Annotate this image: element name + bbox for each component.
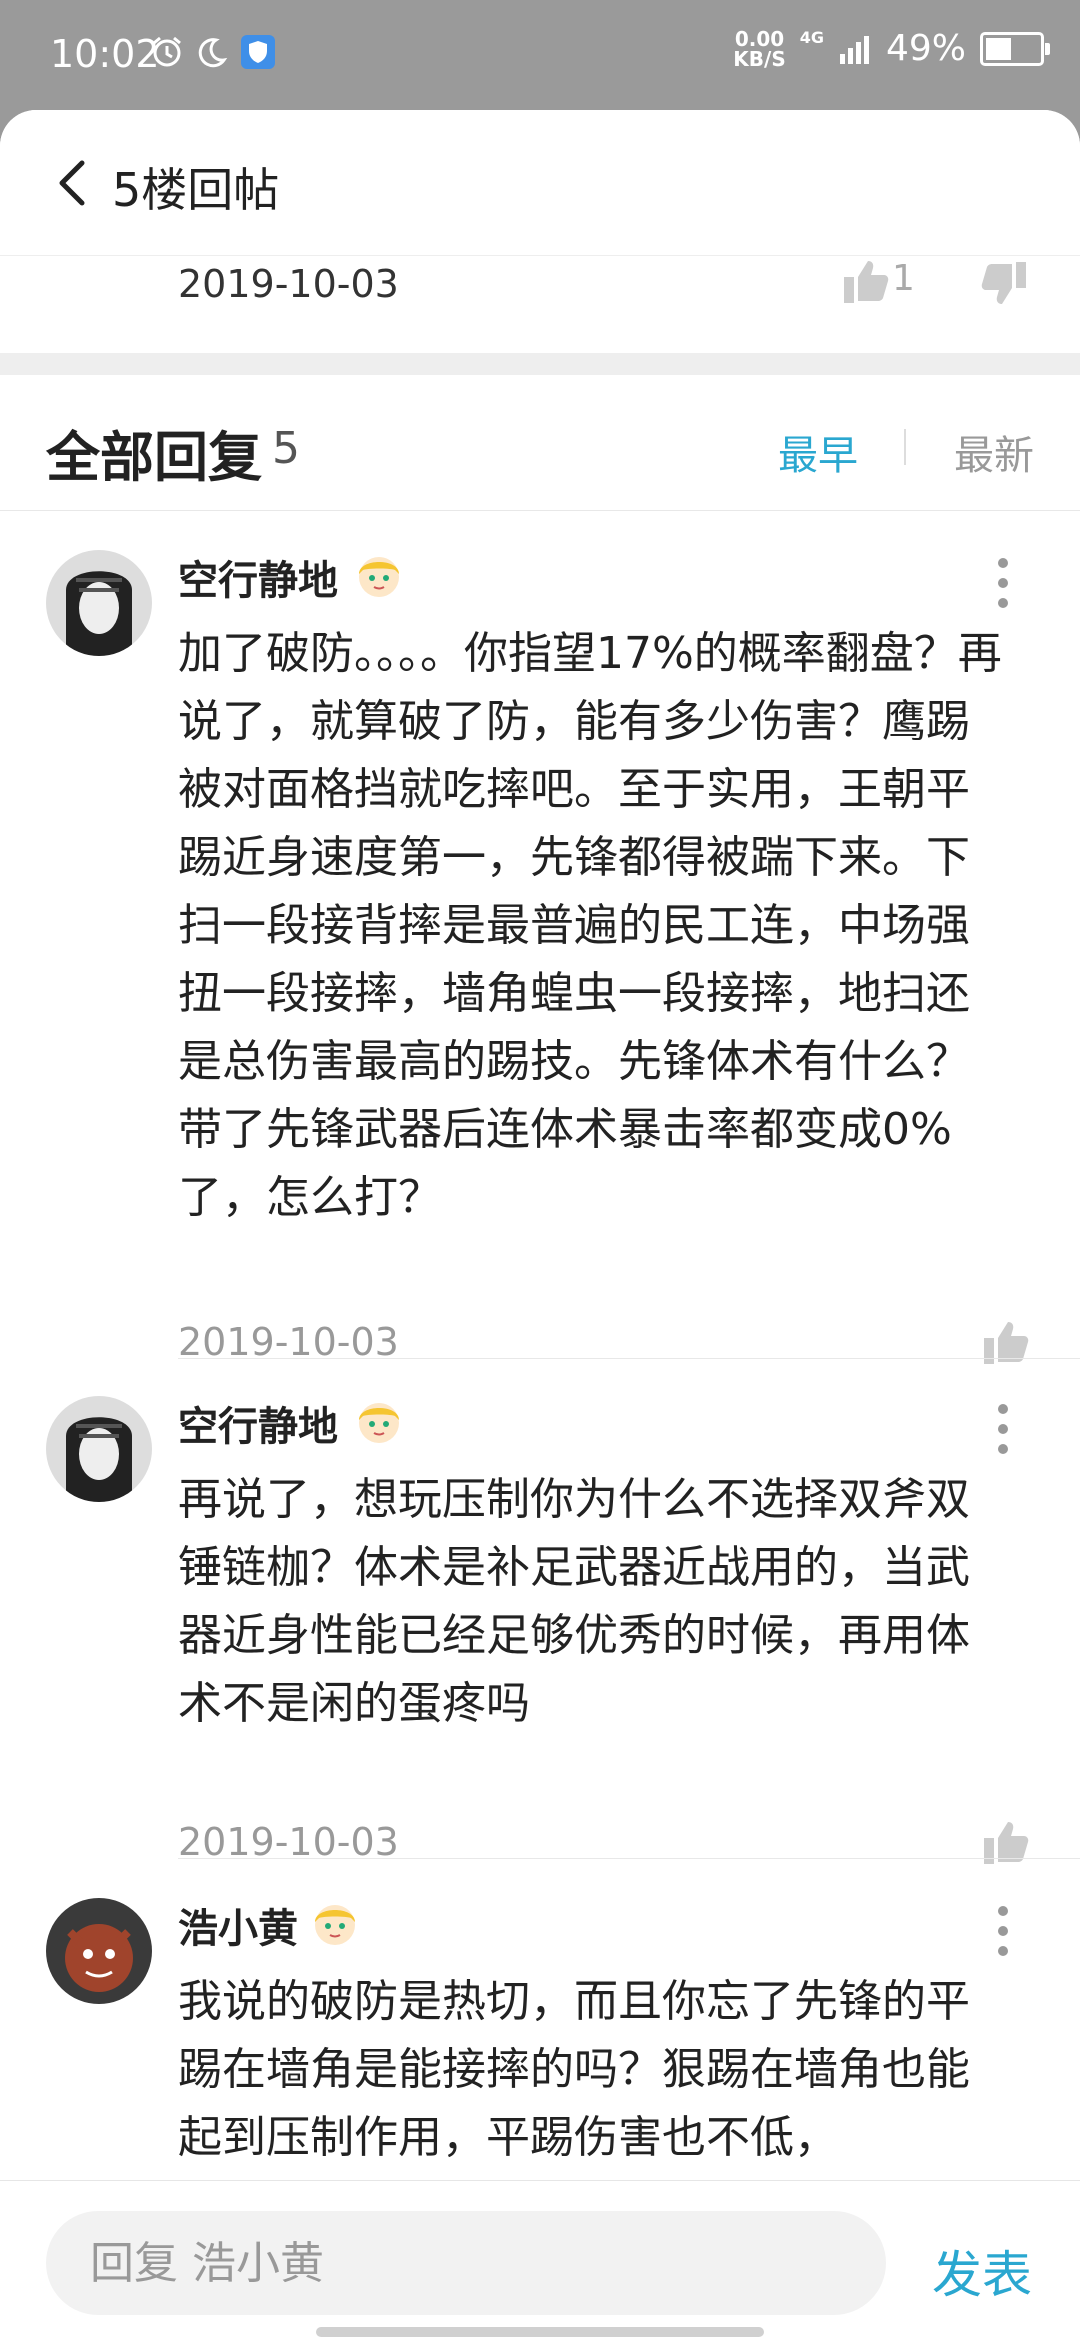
net-speed-unit: KB/S: [733, 46, 786, 71]
status-bar: 10:02 0.00 KB/S 4G 49%: [0, 0, 1080, 110]
more-options-icon[interactable]: [998, 1404, 1012, 1464]
avatar[interactable]: [46, 550, 152, 656]
chevron-left-icon[interactable]: [52, 158, 92, 208]
post-date: 2019-10-03: [178, 262, 399, 306]
like-count: 1: [892, 258, 915, 299]
status-time: 10:02: [50, 32, 160, 76]
header: 5楼回帖: [0, 110, 1080, 256]
reply-text: 我说的破防是热切，而且你忘了先锋的平踢在墙角是能接摔的吗？狠踢在墙角也能起到压制…: [178, 1976, 970, 2163]
replies-title: 全部回复: [46, 426, 262, 489]
page-title: 5楼回帖: [112, 163, 280, 217]
sort-earliest-button[interactable]: 最早: [778, 423, 858, 481]
network-type: 4G: [799, 28, 824, 47]
section-divider: [0, 353, 1080, 375]
thumbs-down-icon[interactable]: [978, 258, 1030, 310]
reply-divider: [178, 1858, 1080, 1859]
signal-icon: [839, 35, 869, 64]
avatar[interactable]: [46, 1898, 152, 2004]
battery-fill: [986, 37, 1012, 60]
reply-username[interactable]: 空行静地: [178, 1394, 338, 1452]
battery-icon: [980, 31, 1050, 66]
user-badge-icon: [359, 1403, 399, 1443]
reply-detail-sheet: 5楼回帖 2019-10-03 1 全部回复 5 最早 最新 空行静地 加了破防…: [0, 110, 1080, 2340]
reply-text: 加了破防。。。。你指望17%的概率翻盘？再说了，就算破了防，能有多少伤害？鹰踢被…: [178, 628, 1002, 1223]
thumbs-up-icon[interactable]: [840, 255, 892, 307]
replies-count: 5: [272, 423, 300, 474]
shield-icon: [241, 35, 275, 69]
sort-separator: [904, 429, 906, 465]
more-options-icon[interactable]: [998, 1906, 1012, 1966]
more-options-icon[interactable]: [998, 558, 1012, 618]
reply-input-bar: 发表: [0, 2180, 1080, 2341]
reply-divider: [178, 1358, 1080, 1359]
thumbs-up-icon[interactable]: [980, 1316, 1032, 1368]
reply-input[interactable]: [46, 2211, 886, 2315]
alarm-icon: [153, 36, 181, 67]
user-badge-icon: [315, 1905, 355, 1945]
net-speed-value: 0.00: [734, 26, 785, 51]
avatar[interactable]: [46, 1396, 152, 1502]
home-indicator[interactable]: [316, 2327, 764, 2337]
send-button[interactable]: 发表: [932, 2235, 1032, 2307]
reply-username[interactable]: 空行静地: [178, 548, 338, 606]
battery-percent: 49%: [885, 28, 966, 69]
reply-username[interactable]: 浩小黄: [178, 1896, 298, 1954]
thumbs-up-icon[interactable]: [980, 1816, 1032, 1868]
user-badge-icon: [359, 557, 399, 597]
reply-text: 再说了，想玩压制你为什么不选择双斧双锤链枷？体术是补足武器近战用的，当武器近身性…: [178, 1474, 970, 1729]
replies-section-header: 全部回复 5 最早 最新: [0, 375, 1080, 511]
sort-latest-button[interactable]: 最新: [954, 423, 1034, 481]
moon-icon: [198, 38, 228, 68]
